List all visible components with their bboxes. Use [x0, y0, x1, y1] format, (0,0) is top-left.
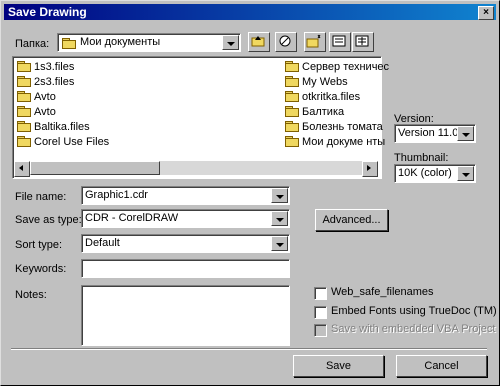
- thumbnail-combo[interactable]: 10K (color): [394, 164, 476, 183]
- version-value: Version 11.0: [398, 127, 459, 139]
- horizontal-scrollbar[interactable]: [14, 161, 378, 177]
- list-item[interactable]: 1s3.files: [17, 61, 74, 73]
- notes-textarea[interactable]: [81, 285, 290, 346]
- details-view-button[interactable]: [352, 32, 374, 52]
- chevron-down-icon[interactable]: [271, 211, 288, 226]
- embedded-vba-label: Save with embedded VBA Project: [331, 323, 496, 335]
- thumbnail-label: Thumbnail:: [394, 152, 449, 164]
- folder-icon: [285, 61, 299, 72]
- web-safe-filenames-checkbox[interactable]: [314, 287, 327, 300]
- folder-label: Папка:: [15, 38, 50, 50]
- keywords-label: Keywords:: [15, 263, 67, 275]
- list-item[interactable]: Avto: [17, 91, 56, 103]
- folder-combo[interactable]: Мои документы: [57, 33, 241, 52]
- list-item[interactable]: Болезнь томата: [285, 121, 383, 133]
- list-item[interactable]: My Webs: [285, 76, 348, 88]
- scroll-left-icon[interactable]: [14, 161, 30, 177]
- folder-icon: [62, 38, 76, 49]
- sort-type-combo[interactable]: Default: [81, 234, 290, 253]
- up-folder-button[interactable]: [248, 32, 270, 52]
- desktop-icon: [279, 35, 291, 47]
- chevron-down-icon[interactable]: [457, 126, 474, 141]
- embedded-vba-checkbox[interactable]: [314, 324, 327, 337]
- list-item[interactable]: Сервер техничес: [285, 61, 389, 73]
- details-view-icon: [355, 35, 369, 47]
- list-item[interactable]: otkritka.files: [285, 91, 360, 103]
- save-as-type-value: CDR - CorelDRAW: [85, 212, 179, 224]
- file-list[interactable]: 1s3.files 2s3.files Avto Avto Baltika.fi…: [12, 56, 389, 179]
- list-item[interactable]: Мои докуме нты: [285, 136, 385, 148]
- embed-fonts-label: Embed Fonts using TrueDoc (TM): [331, 305, 497, 317]
- list-view-icon: [332, 35, 346, 47]
- new-folder-button[interactable]: [304, 32, 326, 52]
- save-as-type-combo[interactable]: CDR - CorelDRAW: [81, 209, 290, 228]
- sort-type-label: Sort type:: [15, 239, 63, 251]
- folder-icon: [17, 76, 31, 87]
- list-item[interactable]: Baltika.files: [17, 121, 90, 133]
- desktop-button[interactable]: [275, 32, 297, 52]
- folder-value: Мои документы: [80, 36, 161, 48]
- list-item[interactable]: Avto: [17, 106, 56, 118]
- close-button[interactable]: ×: [478, 6, 494, 20]
- save-drawing-dialog: Save Drawing × Папка: Мои документы 1s3.…: [0, 0, 500, 386]
- list-item[interactable]: 2s3.files: [17, 76, 74, 88]
- cancel-button[interactable]: Cancel: [396, 355, 487, 377]
- thumbnail-value: 10K (color): [398, 167, 452, 179]
- scroll-thumb[interactable]: [30, 161, 160, 175]
- folder-icon: [285, 91, 299, 102]
- notes-label: Notes:: [15, 289, 47, 301]
- keywords-input[interactable]: [81, 259, 290, 278]
- chevron-down-icon[interactable]: [271, 236, 288, 251]
- folder-icon: [17, 91, 31, 102]
- web-safe-filenames-label: Web_safe_filenames: [331, 286, 434, 298]
- save-as-type-label: Save as type:: [15, 214, 82, 226]
- folder-icon: [285, 106, 299, 117]
- embed-fonts-checkbox[interactable]: [314, 306, 327, 319]
- file-name-field[interactable]: Graphic1.cdr: [81, 186, 290, 205]
- chevron-down-icon[interactable]: [222, 35, 239, 50]
- chevron-down-icon[interactable]: [457, 166, 474, 181]
- folder-icon: [17, 136, 31, 147]
- separator: [11, 348, 487, 350]
- file-name-label: File name:: [15, 191, 67, 203]
- folder-icon: [285, 76, 299, 87]
- version-combo[interactable]: Version 11.0: [394, 124, 476, 143]
- list-item[interactable]: Corel Use Files: [17, 136, 109, 148]
- folder-icon: [17, 106, 31, 117]
- advanced-button[interactable]: Advanced...: [315, 209, 388, 231]
- list-view-button[interactable]: [329, 32, 351, 52]
- list-item[interactable]: Балтика: [285, 106, 344, 118]
- new-folder-icon: [306, 34, 321, 48]
- folder-icon: [285, 136, 299, 147]
- folder-icon: [17, 121, 31, 132]
- save-button[interactable]: Save: [293, 355, 384, 377]
- scroll-right-icon[interactable]: [362, 161, 378, 177]
- folder-icon: [285, 121, 299, 132]
- chevron-down-icon[interactable]: [271, 188, 288, 203]
- folder-icon: [17, 61, 31, 72]
- file-name-value: Graphic1.cdr: [85, 189, 148, 201]
- title-bar: Save Drawing ×: [4, 4, 496, 20]
- sort-type-value: Default: [85, 237, 120, 249]
- dialog-title: Save Drawing: [8, 5, 87, 19]
- up-folder-icon: [251, 36, 265, 47]
